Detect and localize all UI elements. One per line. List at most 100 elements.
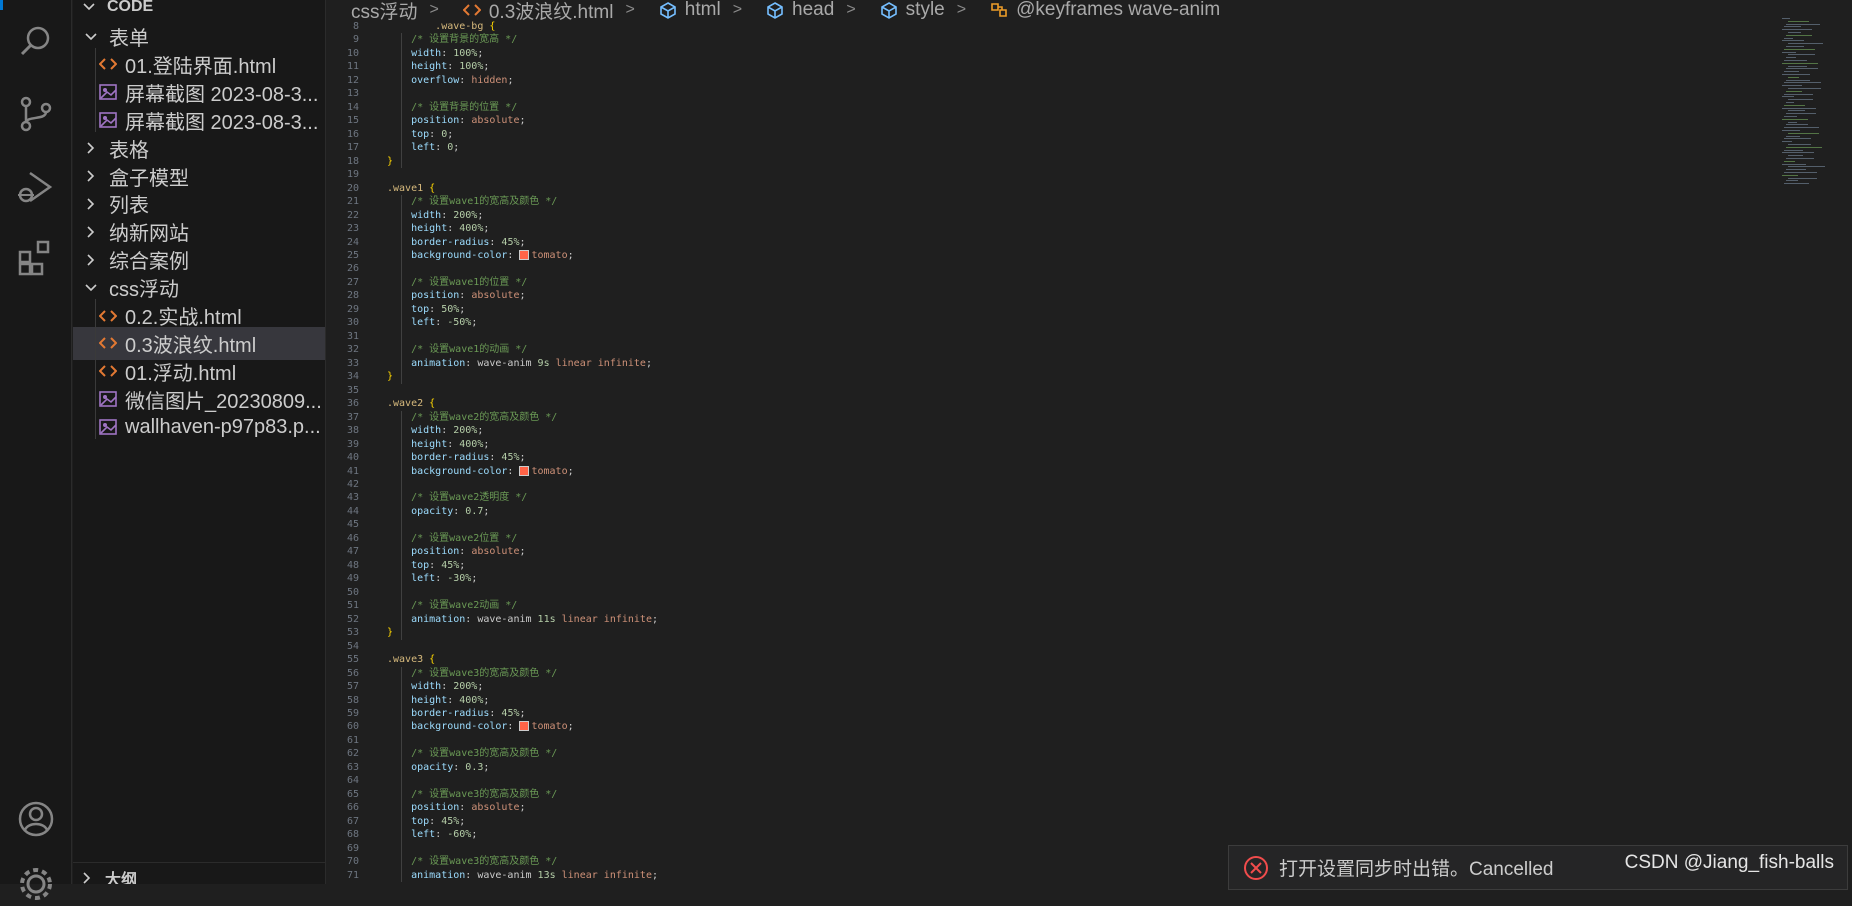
- line-number: 70: [346, 856, 359, 868]
- line-number: 16: [346, 128, 359, 140]
- code-editor[interactable]: 8 .wave-bg {9 /* 设置背景的宽高 */10 width: 100…: [327, 20, 1777, 884]
- line-number: 45: [346, 519, 359, 531]
- line-number: 59: [346, 707, 359, 719]
- gear-icon[interactable]: [14, 862, 58, 906]
- minimap-line: [1788, 99, 1813, 101]
- code-text: top: 45%;: [411, 559, 466, 571]
- code-text: background-color: tomato;: [411, 249, 574, 261]
- code-text: position: absolute;: [411, 546, 526, 558]
- minimap-line: [1788, 121, 1797, 123]
- breadcrumb-label: 0.3波浪纹.html: [488, 1, 614, 21]
- html-file-icon: [462, 4, 481, 16]
- file-item[interactable]: wallhaven-p97p83.p...: [73, 411, 325, 444]
- chevron-right-icon: [79, 870, 95, 884]
- minimap-line: [1786, 57, 1796, 59]
- minimap-line: [1788, 88, 1821, 89]
- minimap-line: [1788, 166, 1825, 168]
- line-number: 26: [346, 263, 359, 275]
- image-file-icon: [97, 389, 119, 409]
- minimap-line: [1784, 60, 1807, 61]
- breadcrumb-separator: >: [429, 1, 439, 18]
- tree-item-label: 盒子模型: [109, 167, 189, 190]
- line-number: 40: [346, 452, 359, 464]
- code-text: }: [387, 627, 394, 639]
- code-text: /* 设置wave3的宽高及颜色 */: [411, 856, 558, 868]
- minimap-line: [1786, 102, 1794, 103]
- line-number: 64: [346, 775, 359, 787]
- minimap-line: [1784, 82, 1821, 84]
- minimap-line: [1788, 76, 1799, 78]
- breadcrumb-item[interactable]: style: [880, 0, 945, 20]
- image-file-icon: [97, 417, 119, 437]
- minimap-line: [1784, 93, 1813, 95]
- line-number: 25: [346, 249, 359, 261]
- breadcrumb-item[interactable]: html: [659, 0, 721, 20]
- line-number: 34: [346, 371, 359, 383]
- breadcrumb-item[interactable]: @keyframes wave-anim: [990, 0, 1220, 20]
- minimap-line: [1788, 155, 1803, 157]
- line-number: 65: [346, 788, 359, 800]
- indent-guide: [401, 195, 402, 384]
- code-text: background-color: tomato;: [411, 721, 574, 733]
- code-text: border-radius: 45%;: [411, 452, 526, 464]
- tree-item-label: 微信图片_20230809...: [125, 390, 322, 413]
- line-number: 21: [346, 196, 359, 208]
- chevron-down-icon: [83, 280, 99, 296]
- search-icon[interactable]: [14, 20, 58, 64]
- minimap-line: [1784, 149, 1803, 151]
- breadcrumb-item[interactable]: css浮动: [351, 0, 418, 21]
- tree-item-label: css浮动: [109, 279, 179, 302]
- breadcrumb-label: css浮动: [351, 1, 418, 21]
- tree-item-label: 综合案例: [109, 251, 189, 274]
- tree-item-label: 列表: [109, 195, 149, 218]
- minimap-line: [1786, 34, 1812, 36]
- chevron-down-icon: [81, 0, 97, 15]
- line-number: 20: [346, 182, 359, 194]
- minimap-line: [1786, 68, 1818, 70]
- minimap-line: [1784, 71, 1799, 73]
- minimap-line: [1786, 79, 1810, 81]
- code-text: position: absolute;: [411, 115, 526, 127]
- minimap-line: [1788, 144, 1811, 145]
- run-debug-icon[interactable]: [14, 165, 58, 209]
- minimap-line: [1782, 163, 1806, 165]
- minimap-line: [1786, 158, 1814, 159]
- html-file-icon: [97, 54, 119, 74]
- code-text: opacity: 0.3;: [411, 761, 490, 773]
- code-text: /* 设置背景的宽高 */: [411, 34, 518, 46]
- line-number: 43: [346, 492, 359, 504]
- code-text: .wave3 {: [387, 654, 436, 666]
- breadcrumb-item[interactable]: head: [766, 0, 834, 20]
- breadcrumb-label: style: [905, 0, 945, 20]
- code-text: border-radius: 45%;: [411, 236, 526, 248]
- code-text: overflow: hidden;: [411, 74, 514, 86]
- outline-header[interactable]: 大纲: [73, 862, 325, 884]
- tree-item-label: 01.浮动.html: [125, 362, 237, 385]
- keyframes-icon: [991, 3, 1007, 17]
- image-file-icon: [97, 110, 119, 130]
- line-number: 12: [346, 74, 359, 86]
- line-number: 54: [346, 640, 359, 652]
- source-control-icon[interactable]: [14, 92, 58, 136]
- element-icon: [659, 2, 676, 19]
- element-icon: [767, 2, 783, 19]
- code-text: left: 0;: [411, 142, 460, 154]
- code-text: .wave2 {: [387, 398, 436, 410]
- image-file-icon: [97, 82, 119, 102]
- minimap-line: [1784, 104, 1805, 106]
- minimap-line: [1788, 43, 1823, 45]
- breadcrumb-item[interactable]: 0.3波浪纹.html: [462, 0, 614, 21]
- minimap-line: [1786, 146, 1822, 148]
- minimap-line: [1788, 132, 1819, 134]
- minimap-line: [1784, 138, 1811, 140]
- line-number: 18: [346, 155, 359, 167]
- line-number: 50: [346, 586, 359, 598]
- line-number: 10: [346, 47, 359, 59]
- minimap-line: [1788, 110, 1805, 112]
- minimap[interactable]: [1778, 18, 1852, 198]
- line-number: 52: [346, 613, 359, 625]
- account-icon[interactable]: [14, 797, 58, 841]
- code-text: border-radius: 45%;: [411, 707, 526, 719]
- line-number: 8: [352, 21, 359, 32]
- extensions-icon[interactable]: [14, 236, 58, 280]
